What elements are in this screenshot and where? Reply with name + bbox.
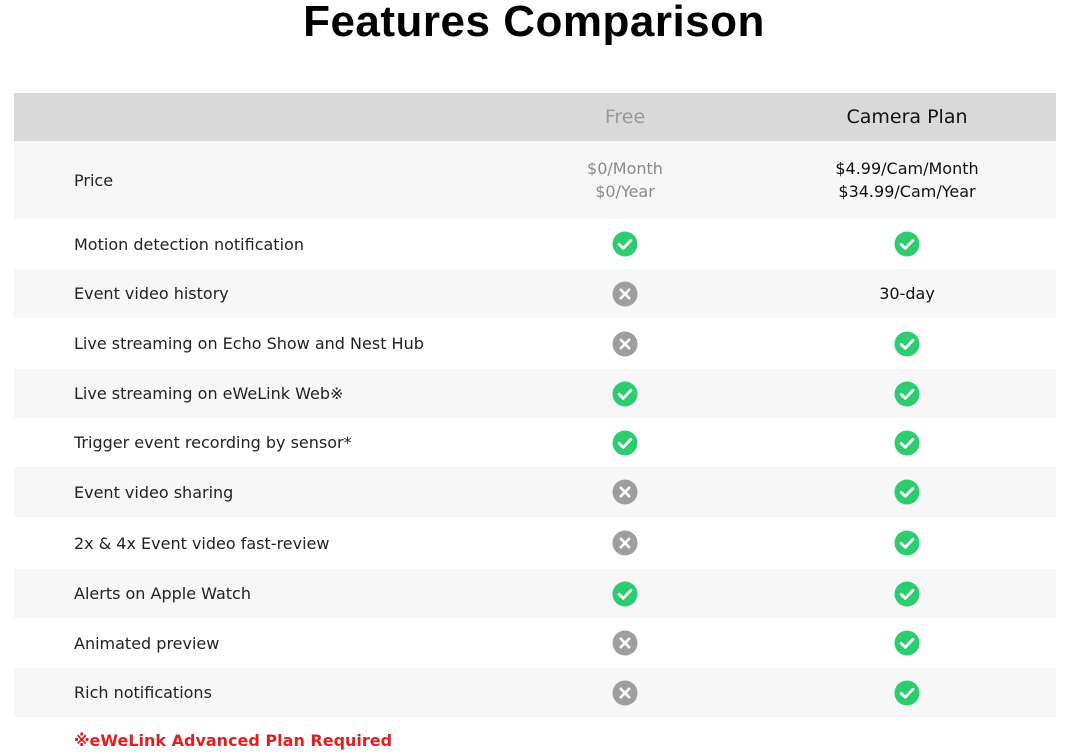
free-cell [484, 281, 766, 307]
camera-plan-cell [766, 381, 1048, 407]
free-cell [484, 630, 766, 656]
free-cell [484, 381, 766, 407]
check-icon [894, 430, 920, 456]
table-row: Event video sharing [14, 467, 1056, 517]
row-label: Live streaming on Echo Show and Nest Hub [74, 334, 424, 353]
camera-plan-cell [766, 430, 1048, 456]
free-cell [484, 430, 766, 456]
row-label: Alerts on Apple Watch [74, 584, 251, 603]
table-row: Live streaming on eWeLink Web※ [14, 369, 1056, 418]
table-row: Alerts on Apple Watch [14, 569, 1056, 618]
camera-plan-cell [766, 231, 1048, 257]
row-label: Rich notifications [74, 683, 212, 702]
camera-plan-cell [766, 331, 1048, 357]
column-camera-plan-label: Camera Plan [846, 106, 968, 128]
free-cell [484, 231, 766, 257]
check-icon [612, 581, 638, 607]
free-cell [484, 331, 766, 357]
row-label: Animated preview [74, 633, 220, 653]
free-cell [484, 530, 766, 556]
table-row: Live streaming on Echo Show and Nest Hub [14, 318, 1056, 369]
check-icon [894, 231, 920, 257]
camera-plan-cell [766, 630, 1048, 656]
check-icon [612, 381, 638, 407]
free-price-month: $0/Month [587, 159, 663, 178]
camera-plan-cell [766, 479, 1048, 505]
camera-plan-value: 30-day [879, 284, 935, 303]
table-row: Rich notifications [14, 668, 1056, 717]
camera-price-month: $4.99/Cam/Month [835, 159, 979, 178]
feature-rows: Motion detection notification Event video… [14, 219, 1056, 717]
free-price: $0/Month $0/Year [484, 157, 766, 203]
row-label: Event video sharing [74, 482, 234, 502]
check-icon [894, 680, 920, 706]
cross-icon [612, 530, 638, 556]
check-icon [612, 430, 638, 456]
row-label: Event video history [74, 284, 229, 303]
check-icon [894, 630, 920, 656]
camera-plan-cell [766, 680, 1048, 706]
row-label: Motion detection notification [74, 234, 304, 254]
check-icon [894, 581, 920, 607]
table-header: Free Camera Plan [14, 93, 1056, 141]
free-price-year: $0/Year [595, 182, 655, 201]
header-free: Free [484, 106, 766, 128]
row-label: Trigger event recording by sensor* [74, 433, 352, 452]
check-icon [894, 381, 920, 407]
camera-plan-cell [766, 530, 1048, 556]
camera-plan-cell [766, 581, 1048, 607]
comparison-table: Free Camera Plan Price $0/Month $0/Year … [14, 93, 1056, 717]
column-free-label: Free [604, 106, 646, 128]
row-label: Price [74, 170, 114, 190]
camera-price: $4.99/Cam/Month $34.99/Cam/Year [766, 157, 1048, 203]
cross-icon [612, 630, 638, 656]
check-icon [894, 331, 920, 357]
cross-icon [612, 680, 638, 706]
header-camera-plan: Camera Plan [766, 106, 1048, 128]
free-cell [484, 581, 766, 607]
row-label: Live streaming on eWeLink Web※ [74, 384, 344, 403]
table-row: 2x & 4x Event video fast-review [14, 517, 1056, 569]
row-label: 2x & 4x Event video fast-review [74, 533, 330, 553]
table-row-price: Price $0/Month $0/Year $4.99/Cam/Month $… [14, 141, 1056, 219]
table-row: Animated preview [14, 618, 1056, 668]
cross-icon [612, 331, 638, 357]
table-row: Event video history 30-day [14, 269, 1056, 318]
camera-price-year: $34.99/Cam/Year [838, 182, 976, 201]
check-icon [894, 530, 920, 556]
check-icon [612, 231, 638, 257]
free-cell [484, 479, 766, 505]
table-row: Motion detection notification [14, 219, 1056, 269]
camera-plan-cell: 30-day [766, 284, 1048, 303]
table-row: Trigger event recording by sensor* [14, 418, 1056, 467]
cross-icon [612, 281, 638, 307]
footnote: ※eWeLink Advanced Plan Required [74, 731, 393, 750]
page-title: Features Comparison [303, 0, 765, 46]
cross-icon [612, 479, 638, 505]
free-cell [484, 680, 766, 706]
check-icon [894, 479, 920, 505]
